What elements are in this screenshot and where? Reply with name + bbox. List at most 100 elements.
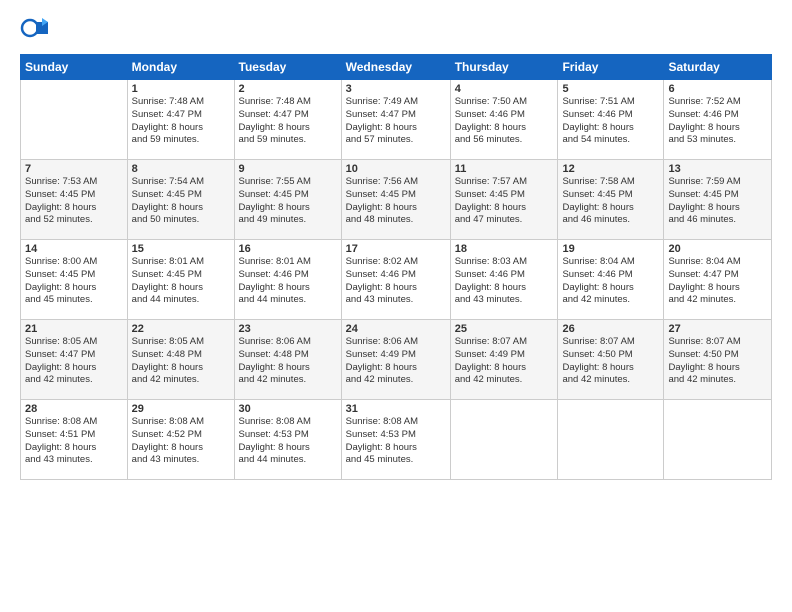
day-number: 15 [132,243,230,255]
day-info: Sunrise: 7:49 AMSunset: 4:47 PMDaylight:… [346,96,446,147]
day-number: 10 [346,163,446,175]
calendar-cell: 27Sunrise: 8:07 AMSunset: 4:50 PMDayligh… [664,320,772,400]
calendar-cell [450,400,558,480]
day-info: Sunrise: 8:03 AMSunset: 4:46 PMDaylight:… [455,256,554,307]
day-number: 20 [668,243,767,255]
day-info: Sunrise: 7:59 AMSunset: 4:45 PMDaylight:… [668,176,767,227]
day-info: Sunrise: 7:50 AMSunset: 4:46 PMDaylight:… [455,96,554,147]
day-info: Sunrise: 8:01 AMSunset: 4:45 PMDaylight:… [132,256,230,307]
calendar-cell: 10Sunrise: 7:56 AMSunset: 4:45 PMDayligh… [341,160,450,240]
day-number: 7 [25,163,123,175]
day-info: Sunrise: 8:08 AMSunset: 4:52 PMDaylight:… [132,416,230,467]
day-number: 8 [132,163,230,175]
calendar-cell: 13Sunrise: 7:59 AMSunset: 4:45 PMDayligh… [664,160,772,240]
weekday-header: Tuesday [234,55,341,80]
day-number: 9 [239,163,337,175]
calendar-cell: 22Sunrise: 8:05 AMSunset: 4:48 PMDayligh… [127,320,234,400]
day-number: 16 [239,243,337,255]
day-number: 21 [25,323,123,335]
day-info: Sunrise: 8:08 AMSunset: 4:51 PMDaylight:… [25,416,123,467]
day-info: Sunrise: 8:02 AMSunset: 4:46 PMDaylight:… [346,256,446,307]
weekday-header: Thursday [450,55,558,80]
calendar-cell [664,400,772,480]
weekday-header: Friday [558,55,664,80]
weekday-header: Sunday [21,55,128,80]
day-info: Sunrise: 8:00 AMSunset: 4:45 PMDaylight:… [25,256,123,307]
calendar-cell: 29Sunrise: 8:08 AMSunset: 4:52 PMDayligh… [127,400,234,480]
day-info: Sunrise: 7:52 AMSunset: 4:46 PMDaylight:… [668,96,767,147]
calendar-cell: 3Sunrise: 7:49 AMSunset: 4:47 PMDaylight… [341,80,450,160]
calendar-cell: 30Sunrise: 8:08 AMSunset: 4:53 PMDayligh… [234,400,341,480]
day-info: Sunrise: 8:08 AMSunset: 4:53 PMDaylight:… [346,416,446,467]
calendar-cell: 4Sunrise: 7:50 AMSunset: 4:46 PMDaylight… [450,80,558,160]
calendar-cell: 8Sunrise: 7:54 AMSunset: 4:45 PMDaylight… [127,160,234,240]
day-number: 19 [562,243,659,255]
calendar-cell: 28Sunrise: 8:08 AMSunset: 4:51 PMDayligh… [21,400,128,480]
day-info: Sunrise: 8:04 AMSunset: 4:46 PMDaylight:… [562,256,659,307]
calendar-cell: 23Sunrise: 8:06 AMSunset: 4:48 PMDayligh… [234,320,341,400]
day-info: Sunrise: 8:07 AMSunset: 4:50 PMDaylight:… [562,336,659,387]
calendar-cell: 25Sunrise: 8:07 AMSunset: 4:49 PMDayligh… [450,320,558,400]
day-number: 6 [668,83,767,95]
day-info: Sunrise: 8:04 AMSunset: 4:47 PMDaylight:… [668,256,767,307]
day-info: Sunrise: 8:06 AMSunset: 4:48 PMDaylight:… [239,336,337,387]
day-info: Sunrise: 8:06 AMSunset: 4:49 PMDaylight:… [346,336,446,387]
day-number: 14 [25,243,123,255]
day-info: Sunrise: 8:01 AMSunset: 4:46 PMDaylight:… [239,256,337,307]
calendar-cell: 17Sunrise: 8:02 AMSunset: 4:46 PMDayligh… [341,240,450,320]
day-number: 12 [562,163,659,175]
calendar-cell: 2Sunrise: 7:48 AMSunset: 4:47 PMDaylight… [234,80,341,160]
calendar-cell: 1Sunrise: 7:48 AMSunset: 4:47 PMDaylight… [127,80,234,160]
day-info: Sunrise: 7:55 AMSunset: 4:45 PMDaylight:… [239,176,337,227]
day-info: Sunrise: 7:48 AMSunset: 4:47 PMDaylight:… [132,96,230,147]
calendar-cell: 14Sunrise: 8:00 AMSunset: 4:45 PMDayligh… [21,240,128,320]
calendar-cell: 21Sunrise: 8:05 AMSunset: 4:47 PMDayligh… [21,320,128,400]
day-number: 18 [455,243,554,255]
weekday-header: Monday [127,55,234,80]
calendar-cell [21,80,128,160]
day-info: Sunrise: 8:07 AMSunset: 4:50 PMDaylight:… [668,336,767,387]
calendar-cell: 24Sunrise: 8:06 AMSunset: 4:49 PMDayligh… [341,320,450,400]
calendar-cell: 15Sunrise: 8:01 AMSunset: 4:45 PMDayligh… [127,240,234,320]
day-number: 1 [132,83,230,95]
day-number: 31 [346,403,446,415]
calendar-cell: 5Sunrise: 7:51 AMSunset: 4:46 PMDaylight… [558,80,664,160]
day-info: Sunrise: 8:07 AMSunset: 4:49 PMDaylight:… [455,336,554,387]
calendar-cell [558,400,664,480]
calendar-cell: 6Sunrise: 7:52 AMSunset: 4:46 PMDaylight… [664,80,772,160]
day-info: Sunrise: 7:48 AMSunset: 4:47 PMDaylight:… [239,96,337,147]
day-info: Sunrise: 7:56 AMSunset: 4:45 PMDaylight:… [346,176,446,227]
logo [20,16,52,44]
day-number: 13 [668,163,767,175]
day-number: 3 [346,83,446,95]
day-number: 26 [562,323,659,335]
calendar-cell: 31Sunrise: 8:08 AMSunset: 4:53 PMDayligh… [341,400,450,480]
calendar-cell: 11Sunrise: 7:57 AMSunset: 4:45 PMDayligh… [450,160,558,240]
day-info: Sunrise: 8:08 AMSunset: 4:53 PMDaylight:… [239,416,337,467]
day-number: 30 [239,403,337,415]
day-info: Sunrise: 7:53 AMSunset: 4:45 PMDaylight:… [25,176,123,227]
day-number: 17 [346,243,446,255]
calendar-cell: 19Sunrise: 8:04 AMSunset: 4:46 PMDayligh… [558,240,664,320]
day-info: Sunrise: 8:05 AMSunset: 4:48 PMDaylight:… [132,336,230,387]
day-info: Sunrise: 7:54 AMSunset: 4:45 PMDaylight:… [132,176,230,227]
calendar-cell: 7Sunrise: 7:53 AMSunset: 4:45 PMDaylight… [21,160,128,240]
day-number: 2 [239,83,337,95]
day-info: Sunrise: 7:57 AMSunset: 4:45 PMDaylight:… [455,176,554,227]
day-number: 22 [132,323,230,335]
weekday-header: Wednesday [341,55,450,80]
calendar-cell: 16Sunrise: 8:01 AMSunset: 4:46 PMDayligh… [234,240,341,320]
day-number: 24 [346,323,446,335]
day-number: 11 [455,163,554,175]
day-number: 27 [668,323,767,335]
logo-icon [20,16,48,44]
day-number: 5 [562,83,659,95]
calendar: SundayMondayTuesdayWednesdayThursdayFrid… [20,54,772,480]
day-number: 28 [25,403,123,415]
day-number: 4 [455,83,554,95]
day-number: 23 [239,323,337,335]
day-info: Sunrise: 7:51 AMSunset: 4:46 PMDaylight:… [562,96,659,147]
day-number: 29 [132,403,230,415]
calendar-cell: 20Sunrise: 8:04 AMSunset: 4:47 PMDayligh… [664,240,772,320]
calendar-cell: 26Sunrise: 8:07 AMSunset: 4:50 PMDayligh… [558,320,664,400]
